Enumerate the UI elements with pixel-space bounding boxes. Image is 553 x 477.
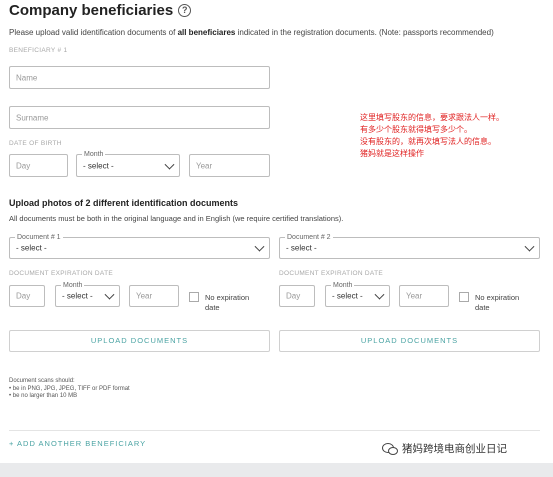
annotation-line: 这里填写股东的信息，要求跟法人一样。 (360, 113, 504, 122)
upload-heading: Upload photos of 2 different identificat… (9, 198, 238, 208)
document-2-day-field[interactable]: Day (279, 285, 315, 307)
document-2-no-expiration-label: No expiration date (475, 293, 520, 312)
chevron-down-icon (254, 241, 265, 252)
document-1-select[interactable]: Document # 1 - select - (9, 233, 270, 259)
requirements: Document scans should: • be in PNG, JPG,… (9, 378, 130, 401)
document-1-month-select[interactable]: Month - select - (55, 281, 120, 307)
requirements-title: Document scans should: (9, 378, 75, 384)
chevron-down-icon (104, 289, 115, 300)
page-title-text: Company beneficiaries (9, 2, 174, 19)
wechat-icon (382, 442, 398, 455)
document-2-expiration-label: DOCUMENT EXPIRATION DATE (279, 270, 383, 277)
document-2-month-legend: Month (331, 281, 355, 290)
document-1-no-expiration-checkbox[interactable] (189, 292, 199, 302)
surname-field[interactable]: Surname (9, 106, 270, 129)
chevron-down-icon (374, 289, 385, 300)
document-2-month-value: - select - (332, 291, 363, 301)
document-1-year-field[interactable]: Year (129, 285, 179, 307)
document-2-value: - select - (286, 243, 317, 253)
intro-suffix: indicated in the registration documents.… (235, 28, 494, 37)
dob-month-value: - select - (83, 161, 114, 170)
annotation-note: 这里填写股东的信息，要求跟法人一样。 有多少个股东就得填写多少个。 没有股东的，… (360, 112, 504, 160)
document-1-legend: Document # 1 (15, 233, 63, 242)
document-1-no-expiration-label: No expiration date (205, 293, 250, 312)
dob-month-legend: Month (82, 150, 106, 159)
document-2-upload-button[interactable]: UPLOAD DOCUMENTS (279, 330, 540, 352)
requirement-text: be in PNG, JPG, JPEG, TIFF or PDF format (12, 385, 130, 392)
annotation-line: 没有股东的，就再次填写法人的信息。 (360, 137, 496, 146)
bottom-bar (0, 463, 553, 477)
annotation-line: 猪妈就是这样操作 (360, 149, 424, 158)
dob-year-placeholder: Year (196, 161, 213, 170)
document-1-year-placeholder: Year (136, 291, 153, 301)
watermark-text: 猪妈跨境电商创业日记 (402, 443, 507, 455)
requirement-item: • be no larger than 10 MB (9, 393, 78, 399)
chevron-down-icon (524, 241, 535, 252)
annotation-line: 有多少个股东就得填写多少个。 (360, 125, 472, 134)
document-2-select[interactable]: Document # 2 - select - (279, 233, 540, 259)
requirement-text: be no larger than 10 MB (12, 393, 78, 399)
intro-bold: all beneficiares (177, 28, 236, 37)
document-1-month-legend: Month (61, 281, 85, 290)
name-field[interactable]: Name (9, 66, 270, 89)
upload-subtext: All documents must be both in the origin… (9, 214, 344, 223)
dob-day-field[interactable]: Day (9, 154, 68, 177)
dob-day-placeholder: Day (16, 161, 31, 170)
document-2-day-placeholder: Day (286, 291, 301, 301)
chevron-down-icon (164, 159, 175, 170)
document-2-legend: Document # 2 (285, 233, 333, 242)
intro-prefix: Please upload valid identification docum… (9, 28, 178, 37)
dob-year-field[interactable]: Year (189, 154, 270, 177)
requirement-item: • be in PNG, JPG, JPEG, TIFF or PDF form… (9, 385, 130, 392)
document-2-no-expiration-checkbox[interactable] (459, 292, 469, 302)
document-1-upload-button[interactable]: UPLOAD DOCUMENTS (9, 330, 270, 352)
document-1-day-field[interactable]: Day (9, 285, 45, 307)
beneficiary-label: BENEFICIARY # 1 (9, 47, 68, 54)
document-1-expiration-label: DOCUMENT EXPIRATION DATE (9, 270, 113, 277)
intro-text: Please upload valid identification docum… (9, 28, 494, 37)
page-title: Company beneficiaries ? (9, 2, 192, 19)
help-icon[interactable]: ? (178, 4, 192, 17)
document-1-value: - select - (16, 243, 47, 253)
dob-month-select[interactable]: Month - select - (76, 150, 180, 177)
name-placeholder: Name (16, 73, 38, 82)
add-beneficiary-link[interactable]: + ADD ANOTHER BENEFICIARY (9, 439, 146, 448)
dob-label: DATE OF BIRTH (9, 140, 62, 147)
surname-placeholder: Surname (16, 113, 49, 122)
divider (9, 430, 540, 431)
document-2-year-placeholder: Year (406, 291, 423, 301)
document-1-month-value: - select - (62, 291, 93, 301)
watermark: 猪妈跨境电商创业日记 (382, 441, 507, 456)
document-1-day-placeholder: Day (16, 291, 31, 301)
document-2-year-field[interactable]: Year (399, 285, 449, 307)
document-2-month-select[interactable]: Month - select - (325, 281, 390, 307)
